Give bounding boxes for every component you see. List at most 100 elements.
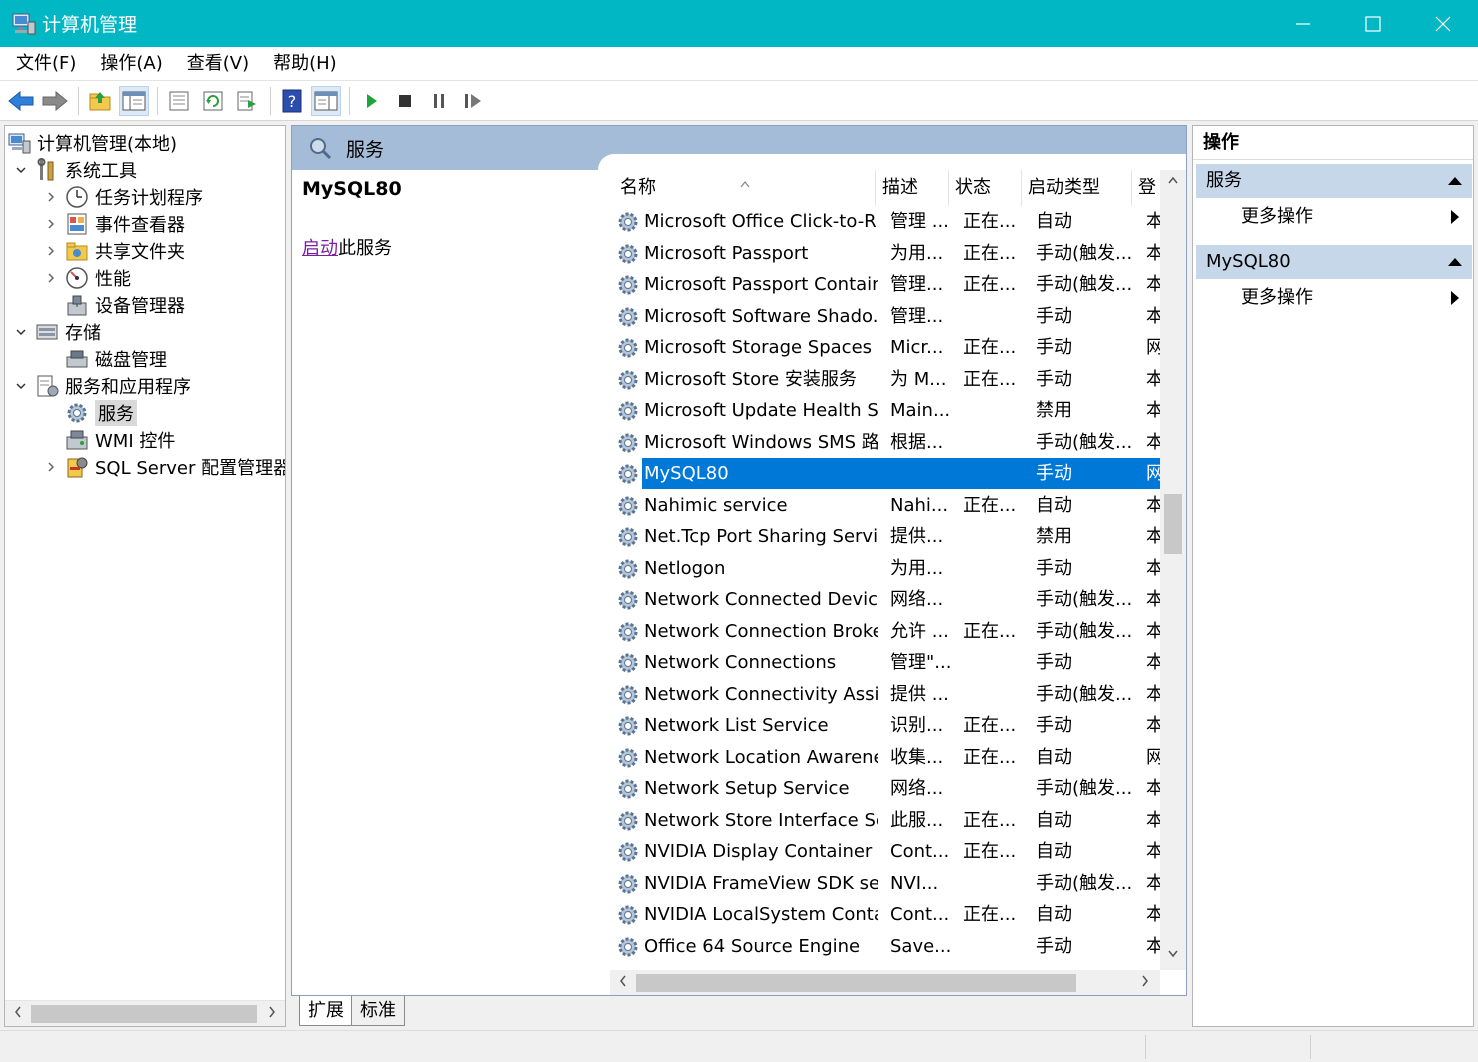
maximize-button[interactable] [1338, 0, 1408, 47]
scrollbar-thumb[interactable] [1164, 494, 1182, 554]
service-row[interactable]: Netlogon为用...手动本 [610, 553, 1162, 584]
service-row[interactable]: Microsoft Storage Spaces S... Micr... 正在..… [610, 332, 1162, 363]
start-service-link[interactable]: 启动 [302, 238, 338, 259]
scrollbar-thumb[interactable] [636, 974, 1076, 992]
tree-item-task-scheduler[interactable]: 任务计划程序 [43, 183, 203, 210]
help-icon[interactable]: ? [277, 86, 307, 116]
service-row[interactable]: Microsoft Update Health S...Main...禁用本 [610, 395, 1162, 426]
column-header-description[interactable]: 描述 [876, 170, 949, 206]
tree-item-services[interactable]: 服务 [65, 399, 137, 426]
service-row[interactable]: NVIDIA Display Container LS Cont... 正在... 自… [610, 836, 1162, 867]
service-description: 管理"... [890, 652, 952, 673]
tree-item-computer-management[interactable]: 计算机管理(本地) [7, 129, 177, 156]
collapse-up-icon[interactable] [1448, 258, 1462, 266]
service-row[interactable]: Network Connection Broker 允许 ... 正在... 手动(触… [610, 616, 1162, 647]
scroll-right-icon[interactable] [1140, 973, 1150, 993]
service-row[interactable]: MySQL80手动网 [610, 458, 1162, 489]
service-row[interactable]: Network Connectivity Assis... 提供 ... 手动(触发… [610, 679, 1162, 710]
service-row[interactable]: Microsoft Office Click-to-R... 管理 ... 正在..… [610, 206, 1162, 237]
chevron-right-icon[interactable] [43, 189, 59, 205]
column-header-status[interactable]: 状态 [949, 170, 1022, 206]
action-group-mysql80[interactable]: MySQL80 [1196, 245, 1472, 279]
column-header-logon[interactable]: 登 [1132, 170, 1160, 206]
service-row[interactable]: Network Connected Devic...网络...手动(触发...本 [610, 584, 1162, 615]
service-description: 此服... [890, 809, 944, 831]
menu-help[interactable]: 帮助(H) [261, 47, 349, 81]
service-row[interactable]: Microsoft Software Shado...管理...手动本 [610, 301, 1162, 332]
tree-item-system-tools[interactable]: 系统工具 [13, 156, 137, 183]
tree-item-wmi-control[interactable]: WMI 控件 [65, 426, 175, 453]
properties-icon[interactable] [164, 86, 194, 116]
collapse-up-icon[interactable] [1448, 177, 1462, 185]
service-row[interactable]: Microsoft Passport为用...正在...手动(触发...本 [610, 238, 1162, 269]
chevron-down-icon[interactable] [13, 378, 29, 394]
up-folder-icon[interactable] [85, 86, 115, 116]
tree-item-device-manager[interactable]: 设备管理器 [65, 291, 185, 318]
chevron-down-icon[interactable] [13, 324, 29, 340]
tree-item-storage[interactable]: 存储 [13, 318, 101, 345]
more-actions-mysql80[interactable]: 更多操作 [1193, 281, 1473, 315]
back-arrow-icon[interactable] [6, 86, 36, 116]
stop-service-icon[interactable] [390, 86, 420, 116]
more-actions-services[interactable]: 更多操作 [1193, 200, 1473, 234]
show-hide-action-pane-icon[interactable] [311, 85, 341, 116]
service-row[interactable]: Net.Tcp Port Sharing Service提供...禁用本 [610, 521, 1162, 552]
service-name: Nahimic service [644, 494, 788, 516]
chevron-down-icon[interactable] [13, 162, 29, 178]
service-startup-type: 手动(触发... [1036, 242, 1133, 264]
scroll-left-icon[interactable] [618, 973, 628, 993]
service-row[interactable]: Network Location Awarene...收集...正在...自动网 [610, 742, 1162, 773]
scroll-right-icon[interactable] [267, 1004, 277, 1024]
service-startup-type: 手动 [1036, 337, 1072, 358]
tree-item-event-viewer[interactable]: 事件查看器 [43, 210, 185, 237]
action-group-services[interactable]: 服务 [1196, 164, 1472, 198]
menu-file[interactable]: 文件(F) [4, 47, 88, 81]
scroll-up-icon[interactable] [1167, 174, 1179, 189]
forward-arrow-icon[interactable] [40, 86, 70, 116]
close-button[interactable] [1408, 0, 1478, 47]
menu-action[interactable]: 操作(A) [88, 47, 174, 81]
minimize-button[interactable] [1268, 0, 1338, 47]
start-service-icon[interactable] [356, 86, 386, 116]
menu-bar: 文件(F) 操作(A) 查看(V) 帮助(H) [0, 47, 1478, 81]
service-row[interactable]: Network Connections管理"...手动本 [610, 647, 1162, 678]
tab-standard[interactable]: 标准 [351, 996, 405, 1026]
service-row[interactable]: NVIDIA LocalSystem Conta... Cont... 正在... 自… [610, 899, 1162, 930]
chevron-right-icon[interactable] [43, 459, 59, 475]
tree-horizontal-scrollbar[interactable] [5, 1000, 285, 1026]
scroll-down-icon[interactable] [1167, 948, 1179, 963]
tree-item-disk-management[interactable]: 磁盘管理 [65, 345, 167, 372]
service-row[interactable]: Microsoft Windows SMS 路...根据...手动(触发...本 [610, 427, 1162, 458]
export-list-icon[interactable] [232, 86, 262, 116]
service-row[interactable]: Microsoft Store 安装服务为 M...正在...手动本 [610, 364, 1162, 395]
column-header-name[interactable]: 名称 [610, 170, 876, 206]
service-action-suffix: 此服务 [338, 238, 392, 259]
tree-item-performance[interactable]: 性能 [43, 264, 131, 291]
tree-item-services-applications[interactable]: 服务和应用程序 [13, 372, 191, 399]
chevron-right-icon[interactable] [43, 270, 59, 286]
service-row[interactable]: Network List Service识别...正在...手动本 [610, 710, 1162, 741]
refresh-icon[interactable] [198, 86, 228, 116]
service-row[interactable]: Office 64 Source EngineSave...手动本 [610, 931, 1162, 962]
tree-item-sql-config-manager[interactable]: SQL Server 配置管理器 [43, 453, 285, 480]
show-hide-tree-icon[interactable] [119, 85, 149, 116]
tab-extended[interactable]: 扩展 [299, 996, 353, 1026]
restart-service-icon[interactable] [458, 86, 488, 116]
chevron-right-icon[interactable] [43, 216, 59, 232]
menu-view[interactable]: 查看(V) [175, 47, 261, 81]
service-row[interactable]: Network Setup Service网络...手动(触发...本 [610, 773, 1162, 804]
service-row[interactable]: Microsoft Passport Container 管理... 正在... 手动… [610, 269, 1162, 300]
column-header-startup-type[interactable]: 启动类型 [1022, 170, 1132, 206]
pause-service-icon[interactable] [424, 86, 454, 116]
service-status: 正在... [963, 620, 1017, 642]
service-row[interactable]: Network Store Interface Se... 此服... 正在... 自… [610, 805, 1162, 836]
list-horizontal-scrollbar[interactable] [610, 970, 1160, 995]
scroll-left-icon[interactable] [13, 1004, 23, 1024]
scrollbar-thumb[interactable] [31, 1005, 257, 1023]
service-row[interactable]: NVIDIA FrameView SDK se... NVI... 手动(触发...… [610, 868, 1162, 899]
list-vertical-scrollbar[interactable] [1160, 170, 1186, 970]
tree-item-shared-folders[interactable]: 共享文件夹 [43, 237, 185, 264]
service-row[interactable]: Nahimic serviceNahi...正在...自动本 [610, 490, 1162, 521]
chevron-right-icon[interactable] [43, 243, 59, 259]
service-gear-icon [616, 399, 640, 423]
